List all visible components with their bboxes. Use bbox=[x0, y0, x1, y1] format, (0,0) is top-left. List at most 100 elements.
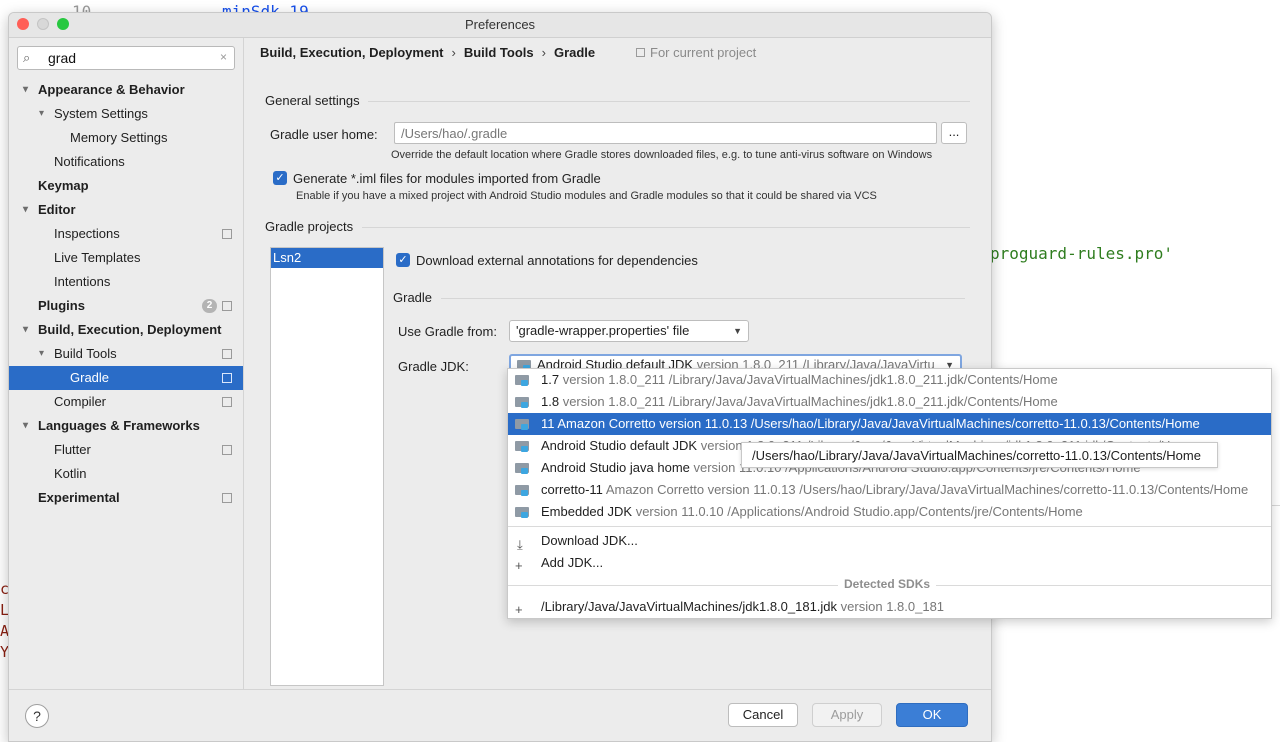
sidebar-item-editor[interactable]: ▾ Editor bbox=[9, 198, 243, 222]
add-icon: + bbox=[515, 602, 523, 617]
project-scope-icon bbox=[222, 301, 232, 311]
gradle-projects-list[interactable]: Lsn2 bbox=[270, 247, 384, 686]
section-divider bbox=[362, 227, 970, 228]
jdk-option-name: Android Studio default JDK bbox=[541, 438, 698, 453]
general-settings-title: General settings bbox=[265, 93, 360, 108]
sidebar-item-plugins[interactable]: Plugins 2 bbox=[9, 294, 243, 318]
help-button[interactable]: ? bbox=[25, 704, 49, 728]
breadcrumb: Build, Execution, Deployment › Build Tools… bbox=[260, 45, 595, 60]
sidebar-item-notifications[interactable]: Notifications bbox=[9, 150, 243, 174]
generate-iml-label[interactable]: Generate *.iml files for modules importe… bbox=[293, 171, 601, 186]
generate-iml-hint: Enable if you have a mixed project with … bbox=[296, 190, 877, 202]
detected-sdk-jdk181[interactable]: + /Library/Java/JavaVirtualMachines/jdk1… bbox=[508, 596, 1271, 618]
jdk-option-name: 11 Amazon Corretto version 11.0.13 /User… bbox=[541, 416, 1200, 431]
dialog-footer: ? Cancel Apply OK bbox=[9, 689, 991, 741]
jdk-option-corretto-11[interactable]: corretto-11 Amazon Corretto version 11.0… bbox=[508, 479, 1271, 501]
use-gradle-from-select[interactable]: 'gradle-wrapper.properties' file ▼ bbox=[509, 320, 749, 342]
chevron-down-icon[interactable]: ▾ bbox=[23, 414, 28, 438]
code-line-proguard: proguard-rules.pro' bbox=[990, 244, 1174, 263]
jdk-path-tooltip: /Users/hao/Library/Java/JavaVirtualMachi… bbox=[741, 442, 1218, 468]
sidebar-item-memory-settings[interactable]: Memory Settings bbox=[9, 126, 243, 150]
project-scope-icon bbox=[222, 229, 232, 239]
sidebar-item-label: Keymap bbox=[38, 178, 89, 193]
gradle-user-home-field[interactable]: /Users/hao/.gradle bbox=[394, 122, 937, 144]
sidebar-item-compiler[interactable]: Compiler bbox=[9, 390, 243, 414]
sidebar-item-label: Intentions bbox=[54, 274, 111, 289]
section-divider bbox=[368, 101, 970, 102]
sidebar-item-inspections[interactable]: Inspections bbox=[9, 222, 243, 246]
chevron-down-icon[interactable]: ▾ bbox=[39, 102, 44, 126]
use-gradle-from-label: Use Gradle from: bbox=[398, 324, 497, 339]
breadcrumb-item[interactable]: Build Tools bbox=[464, 45, 534, 60]
project-scope-icon bbox=[222, 445, 232, 455]
search-input[interactable]: ⌕ grad × bbox=[17, 46, 235, 70]
chevron-down-icon[interactable]: ▾ bbox=[39, 342, 44, 366]
jdk-option-embedded[interactable]: Embedded JDK version 11.0.10 /Applicatio… bbox=[508, 501, 1271, 523]
generate-iml-checkbox[interactable]: ✓ bbox=[273, 171, 287, 185]
sidebar-item-intentions[interactable]: Intentions bbox=[9, 270, 243, 294]
cancel-button[interactable]: Cancel bbox=[728, 703, 798, 727]
jdk-option-detail: version 11.0.10 /Applications/Android St… bbox=[635, 504, 1083, 519]
popup-divider bbox=[508, 526, 1271, 527]
sidebar-item-flutter[interactable]: Flutter bbox=[9, 438, 243, 462]
download-annotations-checkbox[interactable]: ✓ bbox=[396, 253, 410, 267]
chevron-down-icon[interactable]: ▾ bbox=[23, 78, 28, 102]
download-annotations-label[interactable]: Download external annotations for depend… bbox=[416, 253, 698, 268]
detected-sdks-header: Detected SDKs bbox=[838, 577, 937, 591]
project-scope-icon bbox=[222, 349, 232, 359]
sidebar-item-appearance-behavior[interactable]: ▾ Appearance & Behavior bbox=[9, 78, 243, 102]
sidebar-item-label: System Settings bbox=[54, 106, 148, 121]
chevron-down-icon[interactable]: ▾ bbox=[23, 318, 28, 342]
section-divider bbox=[441, 298, 965, 299]
jdk-folder-icon bbox=[515, 485, 529, 496]
sidebar-item-build-execution-deployment[interactable]: ▾ Build, Execution, Deployment bbox=[9, 318, 243, 342]
add-jdk-action[interactable]: + Add JDK... bbox=[508, 552, 1271, 574]
chevron-down-icon[interactable]: ▾ bbox=[23, 198, 28, 222]
search-value: grad bbox=[48, 50, 77, 66]
title-bar: Preferences bbox=[9, 13, 991, 38]
jdk-option-name: 1.8 bbox=[541, 394, 560, 409]
jdk-option-1-7[interactable]: 1.7 version 1.8.0_211 /Library/Java/Java… bbox=[508, 369, 1271, 391]
jdk-option-1-8[interactable]: 1.8 version 1.8.0_211 /Library/Java/Java… bbox=[508, 391, 1271, 413]
clear-search-icon[interactable]: × bbox=[220, 50, 227, 64]
sidebar-item-label: Build Tools bbox=[54, 346, 117, 361]
gradle-projects-title: Gradle projects bbox=[265, 219, 354, 234]
sidebar-item-languages-frameworks[interactable]: ▾ Languages & Frameworks bbox=[9, 414, 243, 438]
sidebar-item-label: Notifications bbox=[54, 154, 125, 169]
jdk-option-11-corretto[interactable]: 11 Amazon Corretto version 11.0.13 /User… bbox=[508, 413, 1271, 435]
jdk-dropdown-popup: 1.7 version 1.8.0_211 /Library/Java/Java… bbox=[507, 368, 1272, 619]
sidebar-item-label: Build, Execution, Deployment bbox=[38, 322, 222, 337]
sidebar-item-label: Plugins bbox=[38, 298, 85, 313]
window-title: Preferences bbox=[464, 17, 536, 32]
project-scope-icon bbox=[222, 397, 232, 407]
download-jdk-label: Download JDK... bbox=[541, 533, 638, 548]
scope-hint: For current project bbox=[636, 45, 756, 60]
sidebar-item-build-tools[interactable]: ▾ Build Tools bbox=[9, 342, 243, 366]
use-gradle-from-value: 'gradle-wrapper.properties' file bbox=[516, 323, 690, 338]
sidebar-item-gradle[interactable]: Gradle bbox=[9, 366, 243, 390]
sidebar-item-experimental[interactable]: Experimental bbox=[9, 486, 243, 510]
jdk-option-name: Android Studio java home bbox=[541, 460, 690, 475]
sidebar-item-kotlin[interactable]: Kotlin bbox=[9, 462, 243, 486]
breadcrumb-item[interactable]: Build, Execution, Deployment bbox=[260, 45, 443, 60]
browse-button[interactable]: ... bbox=[941, 122, 967, 144]
sidebar-item-system-settings[interactable]: ▾ System Settings bbox=[9, 102, 243, 126]
detected-sdk-detail: version 1.8.0_181 bbox=[840, 599, 945, 614]
ok-button[interactable]: OK bbox=[896, 703, 968, 727]
project-scope-icon bbox=[636, 48, 645, 57]
sidebar-item-label: Editor bbox=[38, 202, 76, 217]
sidebar-item-label: Appearance & Behavior bbox=[38, 82, 185, 97]
gradle-user-home-hint: Override the default location where Grad… bbox=[391, 149, 933, 161]
sidebar-item-live-templates[interactable]: Live Templates bbox=[9, 246, 243, 270]
sidebar-item-keymap[interactable]: Keymap bbox=[9, 174, 243, 198]
search-icon: ⌕ bbox=[23, 50, 31, 65]
download-jdk-action[interactable]: ⤓ Download JDK... bbox=[508, 530, 1271, 552]
project-item-lsn2[interactable]: Lsn2 bbox=[271, 248, 383, 268]
apply-button[interactable]: Apply bbox=[812, 703, 882, 727]
scope-hint-label: For current project bbox=[650, 45, 757, 60]
jdk-option-detail: Amazon Corretto version 11.0.13 /Users/h… bbox=[605, 482, 1249, 497]
jdk-option-detail: version 1.8.0_211 /Library/Java/JavaVirt… bbox=[562, 372, 1058, 387]
sidebar-item-label: Memory Settings bbox=[70, 130, 168, 145]
jdk-folder-icon bbox=[515, 463, 529, 474]
sidebar-item-label: Languages & Frameworks bbox=[38, 418, 200, 433]
